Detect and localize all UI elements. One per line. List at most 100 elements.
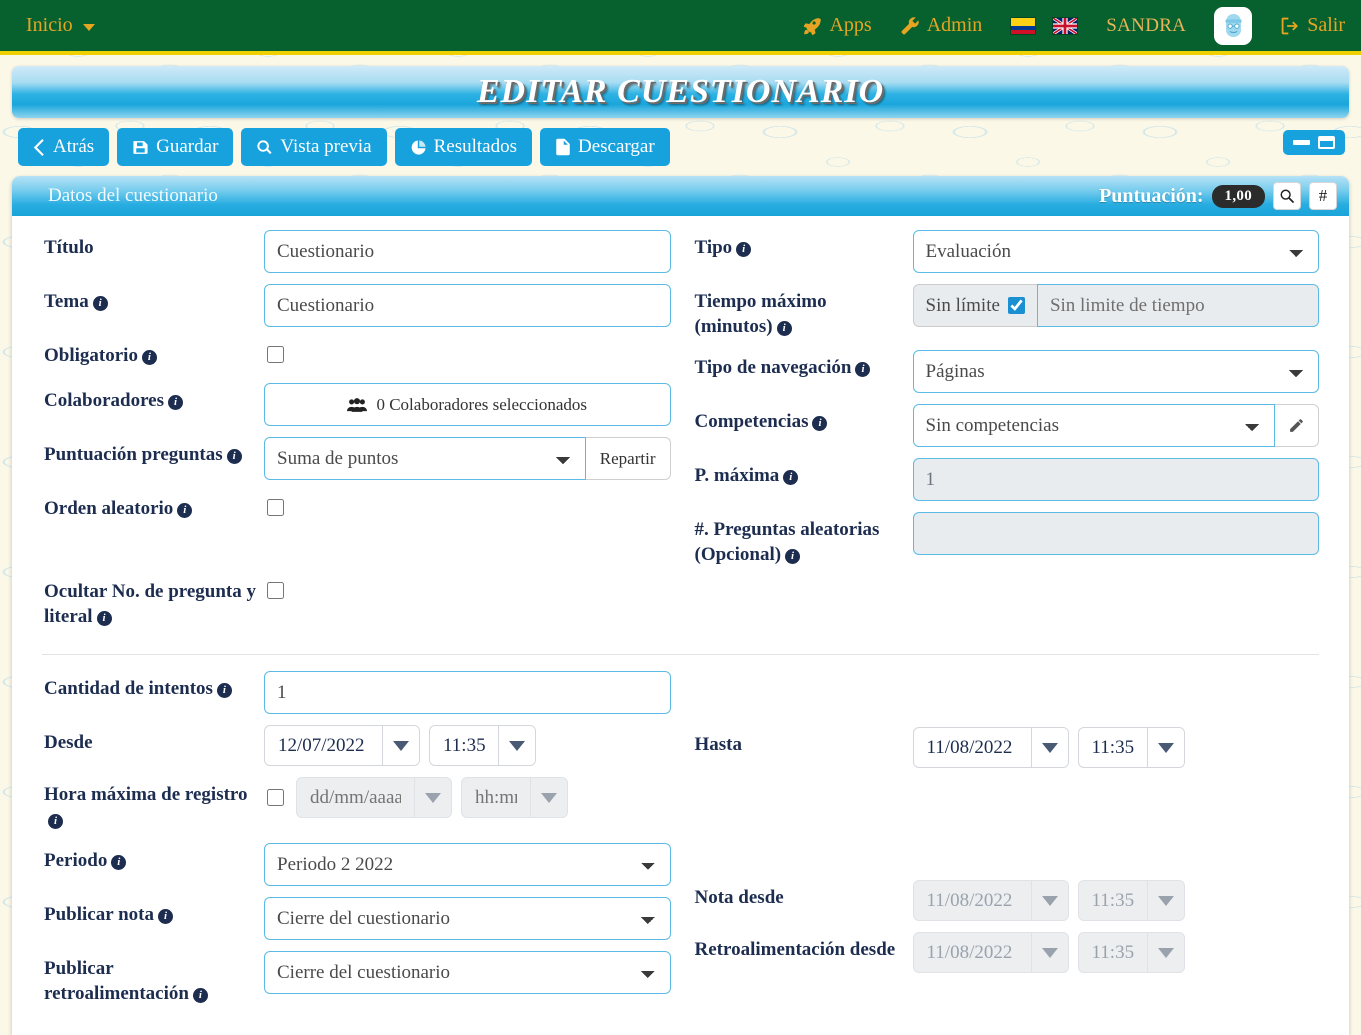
- field-ocultar-numero: Ocultar No. de pregunta y literali: [44, 574, 671, 629]
- competencias-label: Competenciasi: [695, 404, 913, 434]
- tipo-select[interactable]: Evaluación: [913, 230, 1320, 273]
- caret-down-icon: [509, 741, 525, 751]
- desde-time-input[interactable]: [430, 726, 498, 765]
- competencias-edit-button[interactable]: [1275, 404, 1319, 447]
- tema-label-text: Tema: [44, 291, 89, 312]
- tipo-navegacion-select[interactable]: Páginas: [913, 350, 1320, 393]
- info-icon[interactable]: i: [48, 814, 63, 829]
- repartir-button[interactable]: Repartir: [586, 437, 671, 480]
- pie-chart-icon: [410, 139, 427, 156]
- nav-logout-label: Salir: [1307, 14, 1345, 37]
- caret-down-icon: [1042, 743, 1058, 753]
- publicar-nota-select[interactable]: Cierre del cuestionario: [264, 897, 671, 940]
- info-icon[interactable]: i: [142, 350, 157, 365]
- hora-maxima-checkbox[interactable]: [267, 789, 284, 806]
- top-navbar: Inicio Apps Admin: [0, 0, 1361, 55]
- puntuacion-preguntas-label-text: Puntuación preguntas: [44, 444, 223, 465]
- caret-down-icon: [1042, 896, 1058, 906]
- hasta-time-picker[interactable]: [1078, 727, 1185, 768]
- desde-date-input[interactable]: [265, 726, 382, 765]
- desde-time-dropdown-button[interactable]: [498, 726, 535, 765]
- info-icon[interactable]: i: [111, 855, 126, 870]
- info-icon[interactable]: i: [97, 611, 112, 626]
- nav-home[interactable]: Inicio: [26, 14, 95, 37]
- hora-maxima-date-input: [297, 778, 414, 817]
- desde-time-picker[interactable]: [429, 725, 536, 766]
- obligatorio-checkbox[interactable]: [267, 346, 284, 363]
- info-icon[interactable]: i: [93, 296, 108, 311]
- info-icon[interactable]: i: [168, 395, 183, 410]
- cantidad-intentos-label: Cantidad de intentosi: [44, 671, 264, 701]
- publicar-retro-label-text: Publicar retroalimentación: [44, 958, 189, 1004]
- info-icon[interactable]: i: [736, 242, 751, 257]
- periodo-select[interactable]: Periodo 2 2022: [264, 843, 671, 886]
- avatar[interactable]: [1214, 7, 1252, 45]
- info-icon[interactable]: i: [193, 988, 208, 1003]
- field-preguntas-aleatorias: #. Preguntas aleatorias (Opcional)i: [695, 512, 1320, 567]
- hasta-time-dropdown-button[interactable]: [1147, 728, 1184, 767]
- periodo-label-text: Periodo: [44, 850, 107, 871]
- info-icon[interactable]: i: [217, 683, 232, 698]
- hasta-date-picker[interactable]: [913, 727, 1069, 768]
- hora-maxima-date-dropdown-button: [414, 778, 451, 817]
- form-bottom-grid: Cantidad de intentosi Desde: [12, 671, 1349, 1017]
- hash-icon: #: [1319, 186, 1328, 206]
- publicar-retro-select[interactable]: Cierre del cuestionario: [264, 951, 671, 994]
- puntuacion-preguntas-select[interactable]: Suma de puntos: [264, 437, 586, 480]
- hasta-date-input[interactable]: [914, 728, 1031, 767]
- info-icon[interactable]: i: [777, 321, 792, 336]
- cantidad-intentos-input[interactable]: [264, 671, 671, 714]
- back-label: Atrás: [53, 136, 94, 158]
- info-icon[interactable]: i: [227, 449, 242, 464]
- field-tipo: Tipoi Evaluación: [695, 230, 1320, 273]
- field-colaboradores: Colaboradoresi 0 Colaboradores se: [44, 383, 671, 426]
- publicar-nota-label-text: Publicar nota: [44, 904, 154, 925]
- info-icon[interactable]: i: [177, 503, 192, 518]
- info-icon[interactable]: i: [785, 549, 800, 564]
- retro-desde-time-dropdown-button: [1147, 933, 1184, 972]
- info-icon[interactable]: i: [812, 416, 827, 431]
- desde-date-dropdown-button[interactable]: [382, 726, 419, 765]
- nota-desde-time-dropdown-button: [1147, 881, 1184, 920]
- download-button[interactable]: Descargar: [540, 128, 670, 166]
- window-controls-button[interactable]: [1283, 130, 1345, 155]
- sin-limite-checkbox[interactable]: [1008, 297, 1025, 314]
- tema-input[interactable]: [264, 284, 671, 327]
- desde-date-picker[interactable]: [264, 725, 420, 766]
- score-label: Puntuación:: [1099, 185, 1203, 208]
- caret-down-icon: [393, 741, 409, 751]
- score-badge: 1,00: [1212, 185, 1265, 208]
- hasta-label: Hasta: [695, 727, 913, 757]
- back-button[interactable]: Atrás: [18, 128, 109, 166]
- titulo-input[interactable]: [264, 230, 671, 273]
- info-icon[interactable]: i: [158, 909, 173, 924]
- puntuacion-preguntas-label: Puntuación preguntas i: [44, 437, 264, 467]
- nav-lang-en[interactable]: [1052, 17, 1078, 35]
- hasta-date-dropdown-button[interactable]: [1031, 728, 1068, 767]
- ocultar-numero-checkbox[interactable]: [267, 582, 284, 599]
- colombia-flag-icon: [1010, 17, 1036, 35]
- panel-hash-button[interactable]: #: [1309, 182, 1337, 210]
- hasta-time-input[interactable]: [1079, 728, 1147, 767]
- preview-button[interactable]: Vista previa: [241, 128, 386, 166]
- nav-lang-es[interactable]: [1010, 17, 1036, 35]
- orden-aleatorio-checkbox[interactable]: [267, 499, 284, 516]
- nav-apps[interactable]: Apps: [802, 14, 871, 37]
- colaboradores-button[interactable]: 0 Colaboradores seleccionados: [264, 383, 671, 426]
- p-maxima-label-text: P. máxima: [695, 465, 780, 486]
- retro-desde-date-dropdown-button: [1031, 933, 1068, 972]
- save-button[interactable]: Guardar: [117, 128, 233, 166]
- info-icon[interactable]: i: [855, 362, 870, 377]
- panel-title: Datos del cuestionario: [48, 185, 218, 207]
- p-maxima-label: P. máximai: [695, 458, 913, 488]
- nav-admin[interactable]: Admin: [900, 14, 983, 37]
- ocultar-numero-label: Ocultar No. de pregunta y literali: [44, 574, 264, 629]
- results-button[interactable]: Resultados: [395, 128, 532, 166]
- panel-search-button[interactable]: [1273, 182, 1301, 210]
- nav-logout[interactable]: Salir: [1280, 14, 1345, 37]
- rocket-icon: [802, 16, 822, 36]
- nav-apps-label: Apps: [829, 14, 871, 37]
- competencias-select[interactable]: Sin competencias: [913, 404, 1276, 447]
- obligatorio-label-text: Obligatorio: [44, 345, 138, 366]
- info-icon[interactable]: i: [783, 470, 798, 485]
